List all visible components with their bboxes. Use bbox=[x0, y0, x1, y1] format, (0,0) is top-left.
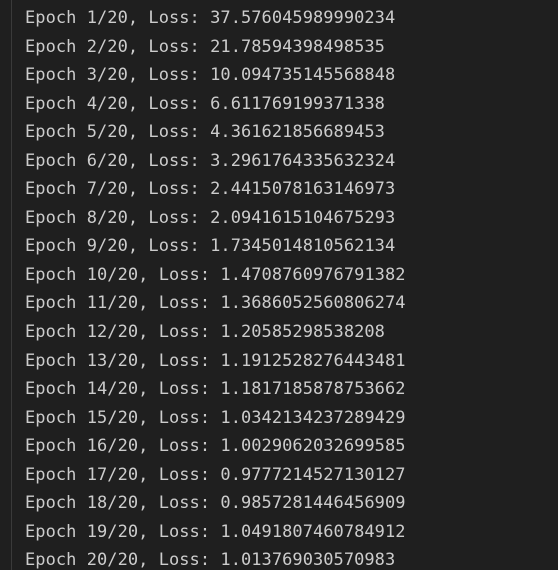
output-line-epoch-8: Epoch 8/20, Loss: 2.0941615104675293 bbox=[25, 207, 396, 228]
output-line-epoch-16: Epoch 16/20, Loss: 1.0029062032699585 bbox=[25, 436, 406, 457]
panel-left-border bbox=[11, 0, 12, 570]
output-line-epoch-10: Epoch 10/20, Loss: 1.4708760976791382 bbox=[25, 264, 406, 285]
output-line-epoch-5: Epoch 5/20, Loss: 4.361621856689453 bbox=[25, 122, 385, 143]
terminal-output: Epoch 1/20, Loss: 37.576045989990234 Epo… bbox=[25, 4, 406, 570]
output-line-epoch-7: Epoch 7/20, Loss: 2.4415078163146973 bbox=[25, 179, 396, 200]
output-line-epoch-6: Epoch 6/20, Loss: 3.2961764335632324 bbox=[25, 150, 396, 171]
output-line-epoch-11: Epoch 11/20, Loss: 1.3686052560806274 bbox=[25, 293, 406, 314]
output-line-epoch-3: Epoch 3/20, Loss: 10.094735145568848 bbox=[25, 65, 396, 86]
output-line-epoch-20: Epoch 20/20, Loss: 1.013769030570983 bbox=[25, 550, 396, 570]
output-line-epoch-13: Epoch 13/20, Loss: 1.1912528276443481 bbox=[25, 350, 406, 371]
output-line-epoch-12: Epoch 12/20, Loss: 1.20585298538208 bbox=[25, 322, 385, 343]
output-line-epoch-18: Epoch 18/20, Loss: 0.9857281446456909 bbox=[25, 493, 406, 514]
output-line-epoch-17: Epoch 17/20, Loss: 0.9777214527130127 bbox=[25, 464, 406, 485]
output-line-epoch-4: Epoch 4/20, Loss: 6.611769199371338 bbox=[25, 93, 385, 114]
output-line-epoch-14: Epoch 14/20, Loss: 1.1817185878753662 bbox=[25, 379, 406, 400]
output-line-epoch-2: Epoch 2/20, Loss: 21.78594398498535 bbox=[25, 36, 385, 57]
output-line-epoch-9: Epoch 9/20, Loss: 1.7345014810562134 bbox=[25, 236, 396, 257]
output-line-epoch-19: Epoch 19/20, Loss: 1.0491807460784912 bbox=[25, 521, 406, 542]
terminal-panel[interactable]: Epoch 1/20, Loss: 37.576045989990234 Epo… bbox=[0, 0, 558, 570]
output-line-epoch-1: Epoch 1/20, Loss: 37.576045989990234 bbox=[25, 8, 396, 28]
output-line-epoch-15: Epoch 15/20, Loss: 1.0342134237289429 bbox=[25, 407, 406, 428]
